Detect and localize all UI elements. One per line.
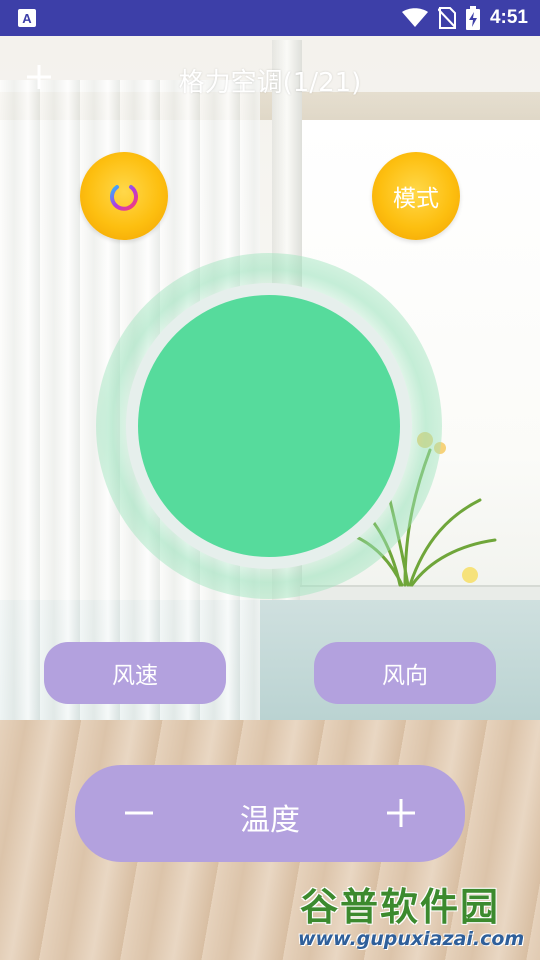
fan-speed-label: 风速 xyxy=(112,663,158,689)
svg-text:A: A xyxy=(22,11,32,26)
wifi-icon xyxy=(401,8,428,27)
status-bar: A 4:51 xyxy=(0,0,540,36)
watermark-name: 谷普软件园 xyxy=(300,885,501,929)
watermark-url: www.gupuxiazai.com xyxy=(298,928,525,950)
temp-increase-button[interactable] xyxy=(377,789,425,837)
clock-time: 4:51 xyxy=(489,7,528,28)
battery-charging-icon xyxy=(465,6,480,30)
system-icons: 4:51 xyxy=(401,6,528,30)
page-title: 格力空调(1/21) xyxy=(178,68,362,98)
power-icon xyxy=(110,180,138,211)
fan-direction-button[interactable]: 风向 xyxy=(314,642,496,704)
title-bar: 格力空调(1/21) xyxy=(0,36,540,120)
fan-direction-label: 风向 xyxy=(382,663,428,689)
mode-label: 模式 xyxy=(393,186,439,212)
dial-center[interactable] xyxy=(138,295,400,557)
watermark: 谷普软件园 www.gupuxiazai.com xyxy=(296,876,540,956)
mode-button[interactable]: 模式 xyxy=(372,152,460,240)
plus-icon xyxy=(387,799,415,827)
no-sim-icon xyxy=(437,7,456,29)
fan-speed-button[interactable]: 风速 xyxy=(44,642,226,704)
app-notification-icon: A xyxy=(18,9,36,27)
power-button[interactable] xyxy=(80,152,168,240)
temperature-control: 温度 xyxy=(75,765,465,862)
